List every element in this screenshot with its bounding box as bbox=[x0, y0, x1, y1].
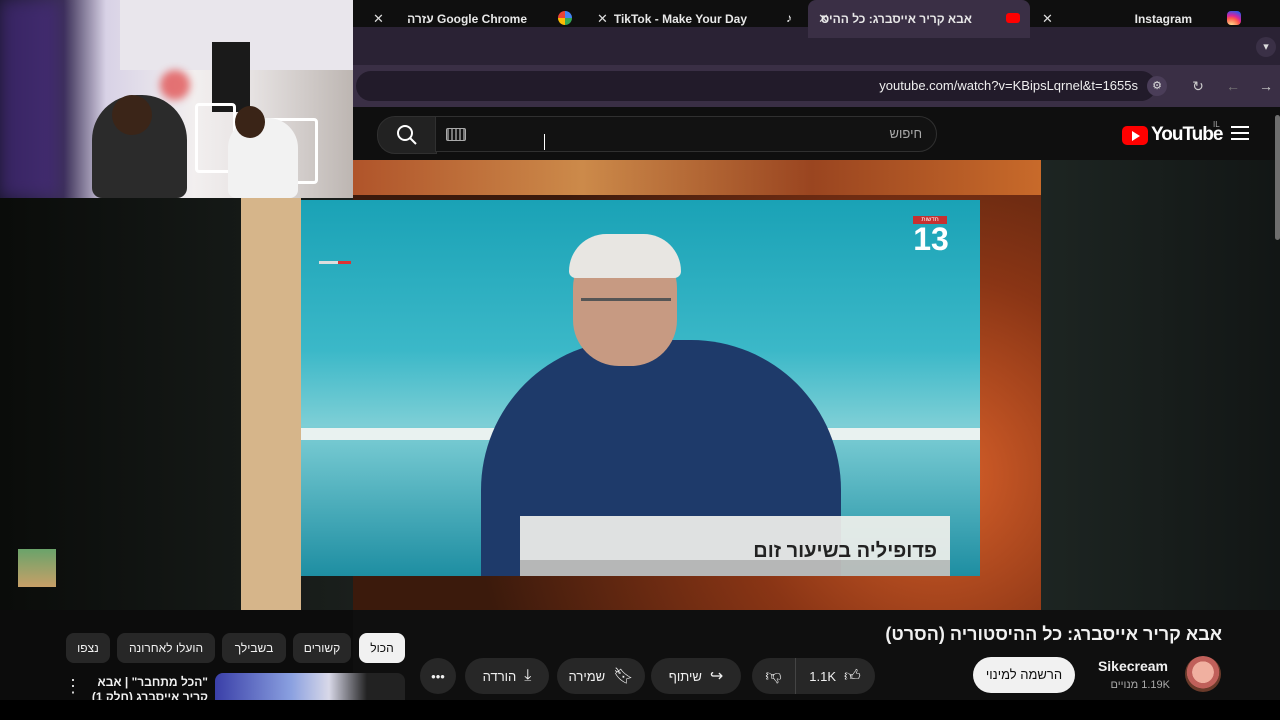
progress-marker bbox=[319, 261, 351, 264]
webcam-overlay bbox=[0, 0, 353, 198]
close-icon[interactable]: ✕ bbox=[373, 11, 384, 27]
video-edge bbox=[241, 198, 301, 610]
chevron-down-icon[interactable]: ▾ bbox=[1256, 37, 1276, 57]
tab-title: Instagram bbox=[1134, 12, 1192, 26]
save-button[interactable]: שמירה 🔖︎ bbox=[557, 658, 645, 694]
search-icon bbox=[397, 125, 417, 145]
google-g-icon bbox=[558, 11, 572, 25]
address-url[interactable]: youtube.com/watch?v=KBipsLqrnel&t=1655s bbox=[879, 78, 1138, 93]
menu-icon[interactable] bbox=[1231, 126, 1249, 140]
site-settings-icon[interactable]: ⚙ bbox=[1147, 76, 1167, 96]
video-background bbox=[353, 160, 1041, 195]
youtube-icon bbox=[1006, 13, 1020, 23]
video-title: אבא קריר אייסברג: כל ההיסטוריה (הסרט) bbox=[885, 624, 1222, 644]
search-input[interactable] bbox=[435, 116, 937, 152]
share-icon: ↪ bbox=[709, 668, 724, 685]
like-button[interactable]: 1.1K 👍︎ bbox=[795, 658, 875, 694]
more-icon: ••• bbox=[431, 668, 445, 684]
share-label: שיתוף bbox=[668, 668, 702, 684]
instagram-icon bbox=[1227, 11, 1241, 25]
tab-youtube[interactable]: ✕ אבא קריר אייסברג: כל ההיס bbox=[808, 0, 1030, 38]
channel-avatar[interactable] bbox=[1185, 656, 1221, 692]
tab-chrome-help[interactable]: ✕ Google Chrome עזרה bbox=[365, 0, 585, 38]
like-count: 1.1K bbox=[809, 668, 836, 684]
back-arrow-icon[interactable]: ← bbox=[1223, 76, 1243, 96]
tab-title: TikTok - Make Your Day bbox=[613, 12, 747, 26]
close-icon[interactable]: ✕ bbox=[597, 11, 608, 27]
forward-arrow-icon[interactable]: → bbox=[1256, 76, 1276, 96]
chip-for-you[interactable]: בשבילך bbox=[222, 633, 286, 663]
tab-title: Google Chrome עזרה bbox=[407, 12, 527, 26]
video-frame: חדשות 13 bbox=[301, 200, 980, 576]
tab-instagram[interactable]: ✕ Instagram bbox=[1035, 0, 1250, 38]
youtube-wordmark: YouTube bbox=[1151, 124, 1223, 145]
lower-third-text: פדופיליה בשיעור זום bbox=[753, 540, 937, 562]
subscribe-button[interactable]: הרשמה למינוי bbox=[973, 657, 1075, 693]
download-icon: ⤓ bbox=[524, 667, 532, 684]
download-label: הורדה bbox=[482, 668, 517, 684]
subscriber-count: 1.19K מנויים bbox=[1110, 679, 1170, 691]
share-button[interactable]: שיתוף ↪ bbox=[651, 658, 741, 694]
search-placeholder: חיפוש bbox=[889, 126, 922, 141]
close-icon[interactable]: ✕ bbox=[1042, 11, 1053, 27]
dislike-button[interactable]: 👎︎ bbox=[752, 658, 796, 694]
keyboard-icon[interactable] bbox=[446, 128, 466, 141]
tab-title: אבא קריר אייסברג: כל ההיס bbox=[820, 12, 972, 26]
thumbs-down-icon: 👎︎ bbox=[765, 667, 782, 685]
chip-recent[interactable]: הועלו לאחרונה bbox=[117, 633, 215, 663]
thumbs-up-icon: 👍︎ bbox=[844, 667, 861, 685]
chip-related[interactable]: קשורים bbox=[293, 633, 351, 663]
tiktok-icon: ♪ bbox=[786, 11, 792, 25]
more-actions-button[interactable]: ••• bbox=[420, 658, 456, 694]
channel-13-logo: 13 bbox=[913, 221, 949, 257]
bookmark-icon: 🔖︎ bbox=[613, 668, 634, 685]
save-label: שמירה bbox=[568, 668, 606, 684]
more-vert-icon[interactable]: ⋮ bbox=[64, 676, 82, 697]
chip-watched[interactable]: נצפו bbox=[66, 633, 110, 663]
channel-name[interactable]: Sikecream bbox=[1098, 658, 1168, 674]
search-button[interactable] bbox=[377, 116, 437, 154]
text-cursor bbox=[544, 134, 545, 150]
country-code: IL bbox=[1213, 120, 1220, 129]
download-button[interactable]: הורדה ⤓ bbox=[465, 658, 549, 694]
scrollbar[interactable] bbox=[1275, 115, 1280, 240]
reload-icon[interactable]: ↻ bbox=[1188, 76, 1208, 96]
chip-all[interactable]: הכול bbox=[359, 633, 405, 663]
video-letterbox-right bbox=[1041, 160, 1280, 610]
youtube-play-icon bbox=[1122, 125, 1148, 145]
address-bar-area bbox=[353, 65, 1280, 107]
tab-tiktok[interactable]: ✕ TikTok - Make Your Day ♪ bbox=[590, 0, 805, 38]
mini-thumbnail[interactable] bbox=[18, 549, 56, 587]
youtube-logo[interactable]: YouTube bbox=[1122, 124, 1223, 146]
bottom-bar bbox=[0, 700, 1280, 720]
